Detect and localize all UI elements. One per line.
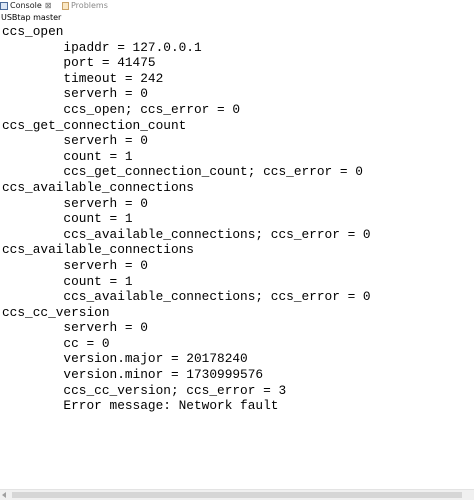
console-line: serverh = 0 [2, 195, 148, 211]
console-line: ccs_available_connections [2, 242, 194, 258]
console-line: ccs_get_connection_count [2, 117, 187, 133]
console-line: count = 1 [2, 211, 133, 227]
scroll-left-arrow-icon[interactable] [2, 492, 6, 498]
console-line: ccs_available_connections; ccs_error = 0 [2, 289, 371, 305]
console-line: timeout = 242 [2, 70, 164, 86]
console-text: ccs_open ipaddr = 127.0.0.1 port = 41475… [0, 24, 474, 414]
console-output[interactable]: ccs_open ipaddr = 127.0.0.1 port = 41475… [0, 24, 474, 488]
console-line: count = 1 [2, 273, 133, 289]
problems-icon [62, 2, 69, 10]
console-line: ccs_available_connections [2, 179, 194, 195]
console-line: ccs_cc_version [2, 304, 110, 320]
console-line: ccs_open [2, 24, 64, 39]
console-line: count = 1 [2, 148, 133, 164]
tab-problems[interactable]: Problems [62, 0, 108, 12]
console-line: version.major = 20178240 [2, 351, 248, 367]
console-line: serverh = 0 [2, 257, 148, 273]
console-line: serverh = 0 [2, 133, 148, 149]
console-line: ccs_open; ccs_error = 0 [2, 101, 241, 117]
console-line: version.minor = 1730999576 [2, 367, 264, 383]
tab-problems-label: Problems [71, 1, 108, 10]
console-view: Console ⊠ Problems USBtap master ccs_ope… [0, 0, 474, 500]
console-header: USBtap master [1, 13, 62, 22]
console-line: port = 41475 [2, 55, 156, 71]
console-line: ccs_get_connection_count; ccs_error = 0 [2, 164, 363, 180]
console-line: ccs_cc_version; ccs_error = 3 [2, 382, 287, 398]
console-line: ccs_available_connections; ccs_error = 0 [2, 226, 371, 242]
console-line: ipaddr = 127.0.0.1 [2, 39, 202, 55]
tab-console-label: Console [10, 1, 42, 10]
console-line: serverh = 0 [2, 86, 148, 102]
tab-console[interactable]: Console ⊠ [0, 0, 51, 12]
console-line: serverh = 0 [2, 320, 148, 336]
console-line: Error message: Network fault [2, 398, 279, 414]
console-icon [0, 2, 8, 10]
horizontal-scrollbar[interactable] [0, 489, 474, 500]
view-tab-strip: Console ⊠ Problems [0, 0, 474, 12]
scrollbar-thumb[interactable] [12, 492, 462, 498]
close-icon[interactable]: ⊠ [45, 0, 52, 12]
console-line: cc = 0 [2, 335, 110, 351]
